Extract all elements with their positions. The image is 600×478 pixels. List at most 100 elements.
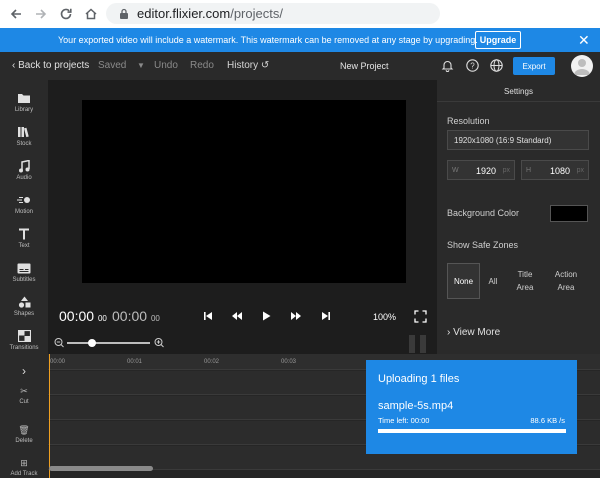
upload-progress-bar (378, 429, 566, 433)
safe-zone-action-area[interactable]: Action Area (548, 263, 584, 299)
url-host: editor.flixier.com (137, 6, 231, 21)
avatar[interactable] (571, 55, 593, 77)
upload-time-left: Time left: 00:00 (378, 416, 430, 425)
view-more-toggle[interactable]: › View More (447, 327, 500, 338)
width-field[interactable]: W 1920 px (447, 160, 515, 180)
tool-label: Library (14, 107, 34, 113)
reload-button[interactable] (54, 2, 78, 26)
forward-nav-button[interactable] (29, 2, 53, 26)
add-track-button[interactable]: ⊞ Add Track (0, 458, 48, 477)
timeline-scrollbar[interactable] (49, 466, 153, 471)
back-nav-button[interactable] (4, 2, 28, 26)
user-icon (574, 59, 590, 75)
app-root: editor.flixier.com/projects/ Your export… (0, 0, 600, 478)
tool-label: Audio (16, 175, 32, 181)
delete-label: Delete (15, 438, 33, 444)
upload-file-name: sample-5s.mp4 (378, 400, 454, 412)
add-track-icon: ⊞ (20, 458, 28, 468)
fullscreen-icon[interactable] (414, 310, 427, 323)
tool-text[interactable]: Text (0, 226, 48, 249)
reload-icon (60, 8, 72, 20)
duration-time-value: 00:00 (112, 308, 148, 324)
history-button[interactable]: History ↺ (227, 60, 269, 71)
tool-stock[interactable]: Stock (0, 124, 48, 147)
export-button[interactable]: Export (513, 57, 555, 75)
delete-button[interactable]: 🗑 Delete (0, 425, 48, 444)
safe-zone-none[interactable]: None (447, 263, 480, 299)
settings-title: Settings (437, 80, 600, 102)
ruler-tick: 00:01 (127, 359, 143, 365)
music-icon (19, 159, 30, 172)
redo-button[interactable]: Redo (190, 60, 214, 71)
browser-bar: editor.flixier.com/projects/ (0, 0, 600, 28)
globe-icon[interactable] (489, 58, 504, 73)
play-icon[interactable] (260, 310, 272, 322)
tool-label: Shapes (13, 311, 35, 317)
arrow-right-icon (36, 9, 47, 19)
text-icon (19, 228, 29, 240)
duration-frames: 00 (150, 314, 160, 323)
height-label: H (526, 167, 532, 174)
width-label: W (452, 167, 459, 174)
safe-zones-label: Show Safe Zones (447, 240, 519, 250)
height-field[interactable]: H 1080 px (521, 160, 589, 180)
back-to-projects-link[interactable]: ‹ Back to projects (12, 60, 89, 71)
background-color-label: Background Color (447, 208, 520, 218)
zoom-handle[interactable] (88, 339, 96, 347)
zoom-out-icon[interactable] (54, 338, 64, 348)
expand-timeline-button[interactable]: › (0, 364, 48, 378)
upgrade-button[interactable]: Upgrade (475, 31, 521, 49)
motion-icon (17, 197, 30, 203)
ruler-tick: 00:00 (50, 359, 66, 365)
video-canvas[interactable] (82, 100, 406, 283)
width-value: 1920 (475, 166, 496, 176)
current-time: 00:00 00 (59, 308, 107, 324)
fast-forward-icon[interactable] (290, 310, 302, 322)
cut-button[interactable]: ✂ Cut (0, 386, 48, 405)
zoom-level[interactable]: 100% (373, 312, 396, 322)
subtitles-icon (17, 263, 31, 273)
bell-icon[interactable] (440, 58, 455, 73)
duration-time: 00:00 00 (112, 308, 160, 324)
tool-library[interactable]: Library (0, 90, 48, 113)
tool-shapes[interactable]: Shapes (0, 294, 48, 317)
books-icon (18, 127, 29, 138)
skip-to-end-icon[interactable] (320, 310, 332, 322)
home-button[interactable] (79, 2, 103, 26)
tool-label: Subtitles (12, 277, 36, 283)
skip-to-start-icon[interactable] (202, 310, 214, 322)
tool-label: Motion (14, 209, 33, 215)
current-frames: 00 (97, 314, 107, 323)
zoom-in-icon[interactable] (154, 338, 164, 348)
split-view-left[interactable] (409, 335, 415, 353)
scissors-icon: ✂ (20, 386, 28, 396)
timeline-zoom-slider[interactable] (54, 337, 174, 349)
tool-audio[interactable]: Audio (0, 158, 48, 181)
current-time-value: 00:00 (59, 308, 95, 324)
close-icon[interactable]: ✕ (578, 32, 590, 49)
rewind-icon[interactable] (231, 310, 243, 322)
background-color-swatch[interactable] (550, 205, 588, 222)
zoom-track (67, 342, 150, 344)
trash-icon: 🗑 (18, 425, 30, 435)
undo-button[interactable]: Undo (154, 60, 178, 71)
playhead[interactable] (49, 354, 50, 478)
settings-panel: Settings Resolution 1920x1080 (16:9 Stan… (437, 80, 600, 354)
project-title[interactable]: New Project (340, 61, 389, 71)
safe-zone-all[interactable]: All (483, 263, 503, 299)
ruler-tick: 00:02 (204, 359, 220, 365)
caret-down-icon[interactable]: ▼ (137, 61, 145, 70)
resolution-select[interactable]: 1920x1080 (16:9 Standard) (447, 130, 589, 150)
tool-transitions[interactable]: Transitions (0, 328, 48, 351)
safe-zone-title-area[interactable]: Title Area (509, 263, 541, 299)
tool-motion[interactable]: Motion (0, 192, 48, 215)
help-icon[interactable]: ? (465, 58, 480, 73)
tool-label: Text (18, 243, 30, 249)
timeline-tools: › ✂ Cut 🗑 Delete ⊞ Add Track (0, 354, 48, 478)
address-bar[interactable]: editor.flixier.com/projects/ (106, 3, 440, 24)
tool-subtitles[interactable]: Subtitles (0, 260, 48, 283)
upload-speed: 88.6 KB /s (530, 416, 565, 425)
ruler-tick: 00:03 (281, 359, 297, 365)
split-view-right[interactable] (420, 335, 426, 353)
home-icon (85, 8, 97, 20)
